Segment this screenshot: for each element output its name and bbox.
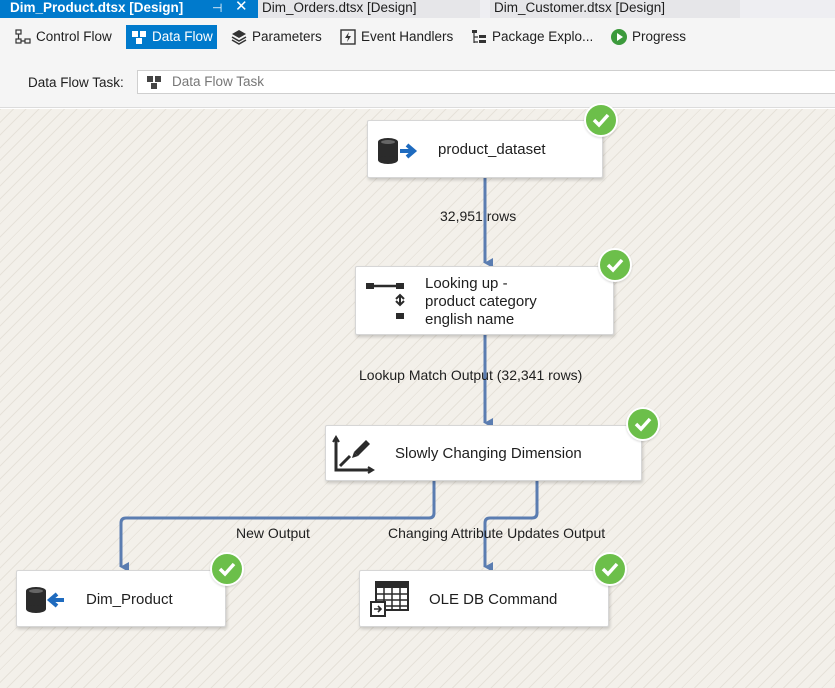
data-flow-icon <box>132 31 146 44</box>
task-dropdown[interactable]: Data Flow Task <box>137 70 835 94</box>
tab-dim-product[interactable]: Dim_Product.dtsx [Design] ⊣ ✕ <box>0 0 258 18</box>
flow-label-changing-attribute[interactable]: Changing Attribute Updates Output <box>388 525 605 541</box>
designer-toolbar: Control Flow Data Flow Parameters Event … <box>0 18 835 58</box>
task-label: Data Flow Task: <box>28 75 124 90</box>
tab-label: Progress <box>632 29 687 44</box>
event-handlers-icon <box>340 29 356 45</box>
tab-progress[interactable]: Progress <box>606 25 690 49</box>
success-check-icon <box>210 552 244 586</box>
flow-path-scd-dest[interactable] <box>119 481 436 572</box>
document-tab-strip: Dim_Product.dtsx [Design] ⊣ ✕ Dim_Orders… <box>0 0 835 18</box>
ole-db-source-icon <box>378 138 418 164</box>
node-label: Looking up - product category english na… <box>425 275 537 328</box>
tab-control-flow[interactable]: Control Flow <box>10 25 116 49</box>
task-selector-bar: Data Flow Task: Data Flow Task <box>0 58 835 108</box>
source-node-product-dataset[interactable]: product_dataset <box>367 120 603 178</box>
transform-node-lookup[interactable]: Looking up - product category english na… <box>355 266 614 335</box>
tab-dim-orders[interactable]: Dim_Orders.dtsx [Design] <box>258 0 480 18</box>
tab-event-handlers[interactable]: Event Handlers <box>335 25 457 49</box>
tab-label: Dim_Product.dtsx [Design] <box>10 0 184 15</box>
tab-label: Package Explo... <box>492 29 594 44</box>
success-check-icon <box>598 248 632 282</box>
tab-label: Control Flow <box>36 29 112 44</box>
transform-node-scd[interactable]: Slowly Changing Dimension <box>325 425 642 481</box>
data-flow-canvas[interactable]: 32,951 rows Lookup Match Output (32,341 … <box>0 103 835 688</box>
flow-path-scd-oledb[interactable] <box>483 481 539 572</box>
package-explorer-icon <box>472 30 486 43</box>
progress-icon <box>611 29 627 45</box>
flow-label-lookup-scd[interactable]: Lookup Match Output (32,341 rows) <box>359 367 582 383</box>
parameters-icon <box>231 30 247 45</box>
node-label: Slowly Changing Dimension <box>395 445 582 462</box>
control-flow-icon <box>15 29 31 44</box>
transform-node-ole-db-command[interactable]: OLE DB Command <box>359 570 609 627</box>
lookup-icon <box>366 283 405 319</box>
tab-label: Event Handlers <box>361 29 454 44</box>
ole-db-command-icon <box>370 581 409 617</box>
node-label: OLE DB Command <box>429 591 558 608</box>
success-check-icon <box>584 103 618 137</box>
success-check-icon <box>593 552 627 586</box>
tab-parameters[interactable]: Parameters <box>226 25 326 49</box>
slowly-changing-dimension-icon <box>332 435 375 474</box>
node-label: product_dataset <box>438 141 546 158</box>
ole-db-destination-icon <box>26 587 64 613</box>
data-flow-task-icon <box>147 76 161 89</box>
close-icon[interactable]: ✕ <box>235 0 248 15</box>
flow-label-source-lookup[interactable]: 32,951 rows <box>440 208 516 224</box>
tab-label: Dim_Customer.dtsx [Design] <box>494 0 666 15</box>
tab-data-flow[interactable]: Data Flow <box>126 25 217 49</box>
tab-label: Parameters <box>252 29 322 44</box>
destination-node-dim-product[interactable]: Dim_Product <box>16 570 226 627</box>
flow-label-new-output[interactable]: New Output <box>236 525 310 541</box>
node-label: Dim_Product <box>86 591 173 608</box>
tab-label: Dim_Orders.dtsx [Design] <box>262 0 417 15</box>
success-check-icon <box>626 407 660 441</box>
tab-dim-customer[interactable]: Dim_Customer.dtsx [Design] <box>490 0 740 18</box>
tab-label: Data Flow <box>152 29 213 44</box>
tab-package-explorer[interactable]: Package Explo... <box>466 25 597 49</box>
pin-icon[interactable]: ⊣ <box>212 0 222 16</box>
task-value: Data Flow Task <box>172 74 265 89</box>
